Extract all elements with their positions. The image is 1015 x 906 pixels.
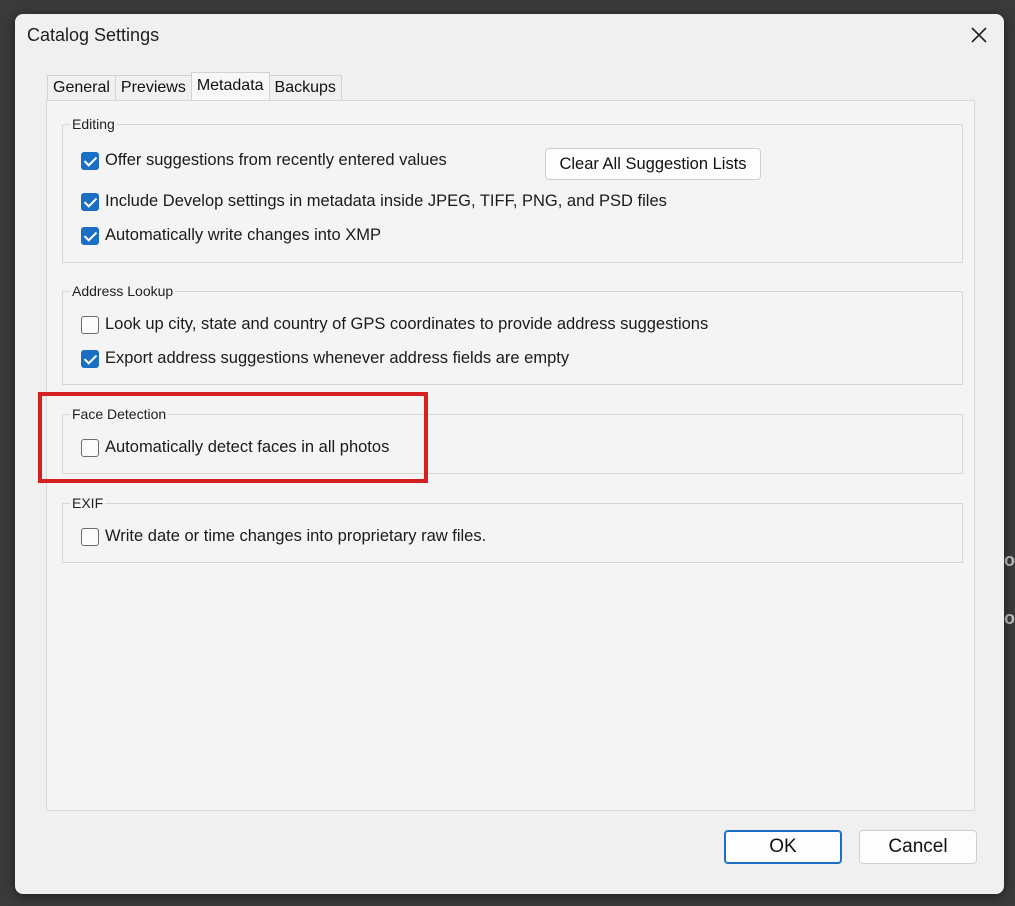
dialog-title: Catalog Settings — [27, 25, 160, 45]
metadata-tab-panel: Editing Offer suggestions from recently … — [46, 100, 975, 811]
face-detection-group-label: Face Detection — [70, 406, 169, 422]
detect-faces-label: Automatically detect faces in all photos — [105, 438, 390, 456]
exif-group: EXIF Write date or time changes into pro… — [62, 495, 963, 563]
close-button[interactable] — [966, 24, 992, 48]
write-date-time-checkbox[interactable] — [81, 527, 99, 546]
export-address-checkbox[interactable] — [81, 349, 99, 368]
cancel-button[interactable]: Cancel — [859, 830, 977, 864]
gps-lookup-option[interactable]: Look up city, state and country of GPS c… — [81, 315, 708, 334]
offer-suggestions-checkbox[interactable] — [81, 151, 99, 170]
detect-faces-option[interactable]: Automatically detect faces in all photos — [81, 438, 389, 457]
tab-metadata[interactable]: Metadata — [190, 72, 270, 100]
close-icon — [971, 27, 987, 43]
auto-write-xmp-checkbox[interactable] — [81, 226, 99, 245]
tab-bar: General Previews Metadata Backups — [47, 72, 342, 100]
include-develop-settings-label: Include Develop settings in metadata ins… — [105, 192, 667, 210]
export-address-option[interactable]: Export address suggestions whenever addr… — [81, 349, 569, 368]
clear-all-suggestion-lists-button[interactable]: Clear All Suggestion Lists — [545, 148, 761, 180]
write-date-time-option[interactable]: Write date or time changes into propriet… — [81, 527, 486, 546]
address-lookup-group-label: Address Lookup — [70, 283, 176, 299]
face-detection-group: Face Detection Automatically detect face… — [62, 406, 963, 474]
detect-faces-checkbox[interactable] — [81, 438, 99, 457]
editing-group-label: Editing — [70, 116, 117, 132]
tab-previews[interactable]: Previews — [114, 75, 192, 100]
include-develop-settings-option[interactable]: Include Develop settings in metadata ins… — [81, 192, 667, 211]
auto-write-xmp-option[interactable]: Automatically write changes into XMP — [81, 226, 381, 245]
export-address-label: Export address suggestions whenever addr… — [105, 349, 570, 367]
offer-suggestions-label: Offer suggestions from recently entered … — [105, 151, 447, 169]
write-date-time-label: Write date or time changes into propriet… — [105, 527, 487, 545]
ok-button[interactable]: OK — [724, 830, 842, 864]
exif-group-label: EXIF — [70, 495, 106, 511]
title-bar: Catalog Settings — [15, 14, 1004, 58]
tab-general[interactable]: General — [47, 75, 116, 100]
include-develop-settings-checkbox[interactable] — [81, 192, 99, 211]
offer-suggestions-option[interactable]: Offer suggestions from recently entered … — [81, 151, 447, 170]
catalog-settings-dialog: Catalog Settings General Previews Metada… — [15, 14, 1004, 894]
gps-lookup-checkbox[interactable] — [81, 315, 99, 334]
background-text-fragment: o — [1004, 550, 1015, 570]
address-lookup-group: Address Lookup Look up city, state and c… — [62, 283, 963, 385]
gps-lookup-label: Look up city, state and country of GPS c… — [105, 315, 709, 333]
background-text-fragment: o — [1004, 608, 1015, 628]
tab-backups[interactable]: Backups — [268, 75, 342, 100]
editing-group: Editing Offer suggestions from recently … — [62, 116, 963, 263]
auto-write-xmp-label: Automatically write changes into XMP — [105, 226, 382, 244]
